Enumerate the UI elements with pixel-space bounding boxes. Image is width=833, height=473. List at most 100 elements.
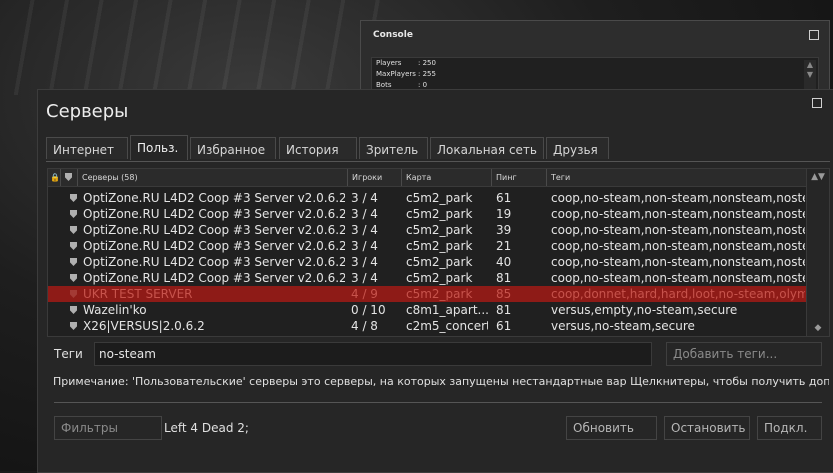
table-row[interactable]: OptiZone.RU L4D2 Coop #3 Server v2.0.6.2…	[48, 254, 806, 270]
lock-icon[interactable]: 🔒	[48, 169, 60, 186]
server-ping: 61	[496, 191, 512, 205]
server-ping: 81	[496, 271, 512, 285]
server-players: 3 / 4	[351, 271, 378, 285]
column-players[interactable]: Игроки	[347, 169, 401, 186]
console-line: Players: 250	[376, 59, 436, 67]
column-ping[interactable]: Пинг	[491, 169, 546, 186]
table-row[interactable]: X26|VERSUS|2.0.6.2 4 / 8 c2m5_concert 61 ver…	[48, 318, 806, 334]
tab-favorites[interactable]: Избранное	[190, 137, 276, 159]
tab-friends[interactable]: Друзья	[546, 137, 609, 159]
table-row[interactable]: OptiZone.RU L4D2 Coop #3 Server v2.0.6.2…	[48, 238, 806, 254]
window-title: Серверы	[46, 101, 129, 122]
server-name: OptiZone.RU L4D2 Coop #3 Server v2.0.6.2	[83, 207, 345, 221]
shield-icon	[70, 226, 77, 234]
shield-icon	[70, 258, 77, 266]
server-ping: 39	[496, 223, 512, 237]
server-name: Wazelin'ko	[83, 303, 147, 317]
shield-header[interactable]	[60, 169, 77, 186]
scroll-up-icon[interactable]: ▲	[804, 60, 816, 70]
shield-icon	[65, 173, 72, 181]
server-players: 3 / 4	[351, 239, 378, 253]
divider	[54, 402, 822, 403]
table-row[interactable]: UKR TEST SERVER 4 / 9 c5m2_park 85 coop,donn…	[48, 286, 806, 302]
server-ping: 21	[496, 239, 512, 253]
table-header: 🔒 Серверы (58) Игроки Карта Пинг Теги	[48, 169, 829, 187]
server-tags: versus,empty,no-steam,secure	[551, 303, 738, 317]
server-name: OptiZone.RU L4D2 Coop #3 Server v2.0.6.2	[83, 191, 345, 205]
filters-button[interactable]: Фильтры	[54, 416, 162, 440]
maximize-icon[interactable]	[809, 30, 819, 40]
shield-icon	[70, 290, 77, 298]
server-tags: coop,no-steam,non-steam,nonsteam,nostea.…	[551, 255, 805, 269]
server-players: 3 / 4	[351, 207, 378, 221]
shield-icon	[70, 194, 77, 202]
server-ping: 19	[496, 207, 512, 221]
tags-label: Теги	[54, 347, 83, 361]
tab-lan[interactable]: Локальная сеть	[430, 137, 544, 159]
server-table: 🔒 Серверы (58) Игроки Карта Пинг Теги Op…	[47, 168, 830, 337]
shield-icon	[70, 322, 77, 330]
table-row[interactable]: OptiZone.RU L4D2 Coop #3 Server v2.0.6.2…	[48, 270, 806, 286]
connect-button[interactable]: Подкл.	[757, 416, 822, 440]
column-tags[interactable]: Теги	[546, 169, 808, 186]
note-text: Примечание: 'Пользовательские' серверы э…	[53, 375, 829, 388]
add-tags-button[interactable]: Добавить теги...	[666, 342, 822, 366]
column-map[interactable]: Карта	[401, 169, 491, 186]
table-row[interactable]: OptiZone.RU L4D2 Coop #3 Server v2.0.6.2…	[48, 222, 806, 238]
tab-spectate[interactable]: Зритель	[359, 137, 428, 159]
maximize-icon[interactable]	[812, 98, 822, 108]
scroll-up-icon[interactable]: ▲▼	[807, 172, 829, 182]
server-tags: coop,no-steam,non-steam,nonsteam,nostea.…	[551, 191, 805, 205]
game-filter-label: Left 4 Dead 2;	[164, 421, 249, 435]
server-map: c2m5_concert	[406, 319, 488, 333]
server-tags: coop,no-steam,non-steam,nonsteam,nostea.…	[551, 239, 805, 253]
server-players: 4 / 8	[351, 319, 378, 333]
server-tags: coop,no-steam,non-steam,nonsteam,nostea.…	[551, 271, 805, 285]
server-tags: coop,donnet,hard,hard,loot,no-steam,olym…	[551, 287, 805, 301]
server-tags: coop,no-steam,non-steam,nonsteam,nostea.…	[551, 207, 805, 221]
server-map: c5m2_park	[406, 271, 473, 285]
servers-window: Серверы Интернет Польз. Избранное Истори…	[37, 89, 833, 473]
tab-custom[interactable]: Польз.	[130, 135, 188, 160]
server-name: OptiZone.RU L4D2 Coop #3 Server v2.0.6.2	[83, 239, 345, 253]
server-map: c5m2_park	[406, 239, 473, 253]
tab-internet[interactable]: Интернет	[46, 137, 128, 159]
server-name: OptiZone.RU L4D2 Coop #3 Server v2.0.6.2	[83, 271, 345, 285]
server-name: OptiZone.RU L4D2 Coop #3 Server v2.0.6.2	[83, 223, 345, 237]
table-row[interactable]: OptiZone.RU L4D2 Coop #3 Server v2.0.6.2…	[48, 206, 806, 222]
server-ping: 61	[496, 319, 512, 333]
server-ping: 85	[496, 287, 512, 301]
scroll-down-icon[interactable]: ▼	[804, 70, 816, 80]
server-name: OptiZone.RU L4D2 Coop #3 Server v2.0.6.2	[83, 255, 345, 269]
server-players: 0 / 10	[351, 303, 386, 317]
server-tags: versus,no-steam,secure	[551, 319, 695, 333]
server-name: X26|VERSUS|2.0.6.2	[83, 319, 205, 333]
console-title: Console	[373, 30, 413, 40]
shield-icon	[70, 210, 77, 218]
tab-bar: Интернет Польз. Избранное История Зрител…	[46, 135, 830, 162]
shield-icon	[70, 306, 77, 314]
shield-icon	[70, 242, 77, 250]
tab-history[interactable]: История	[279, 137, 357, 159]
table-scrollbar[interactable]: ▲▼ ◆	[806, 169, 829, 336]
server-ping: 81	[496, 303, 512, 317]
server-map: c8m1_apart...	[406, 303, 488, 317]
refresh-button[interactable]: Обновить	[566, 416, 657, 440]
server-players: 4 / 9	[351, 287, 378, 301]
server-map: c5m2_park	[406, 287, 473, 301]
table-row[interactable]: Wazelin'ko 0 / 10 c8m1_apart... 81 versus,em…	[48, 302, 806, 318]
scroll-thumb-icon[interactable]: ◆	[807, 323, 829, 333]
background-decoration	[0, 0, 400, 95]
column-servers[interactable]: Серверы (58)	[77, 169, 347, 186]
console-line: MaxPlayers: 255	[376, 70, 436, 78]
server-players: 3 / 4	[351, 223, 378, 237]
tags-input[interactable]: no-steam	[94, 342, 652, 366]
stop-button[interactable]: Остановить	[664, 416, 750, 440]
server-map: c5m2_park	[406, 207, 473, 221]
table-row[interactable]: OptiZone.RU L4D2 Coop #3 Server v2.0.6.2…	[48, 190, 806, 206]
server-map: c5m2_park	[406, 191, 473, 205]
server-tags: coop,no-steam,non-steam,nonsteam,nostea.…	[551, 223, 805, 237]
server-players: 3 / 4	[351, 191, 378, 205]
server-ping: 40	[496, 255, 512, 269]
server-name: UKR TEST SERVER	[83, 287, 193, 301]
